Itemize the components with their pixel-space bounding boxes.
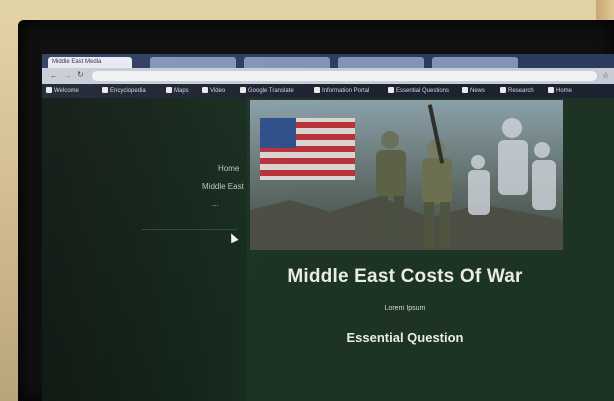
forward-icon[interactable]: →	[64, 71, 72, 80]
browser-tab-4[interactable]	[338, 57, 424, 68]
bookmark-item[interactable]: Encyclopedia	[102, 86, 146, 96]
browser-toolbar: ← → ↻ ☆	[42, 68, 614, 84]
bookmark-item[interactable]: Information Portal	[314, 86, 369, 96]
sidebar-link-home[interactable]: Home	[218, 164, 239, 173]
browser-tab-bar: Middle East Media	[42, 54, 614, 68]
hero-image	[250, 100, 563, 250]
photo-scene: Middle East Media ← → ↻ ☆ Welcome Encycl…	[0, 0, 614, 401]
star-icon[interactable]: ☆	[602, 71, 609, 80]
flag-icon	[260, 118, 355, 180]
bookmark-item[interactable]: Home	[548, 86, 572, 96]
bookmark-item[interactable]: Research	[500, 86, 534, 96]
bookmark-item[interactable]: Welcome	[46, 86, 79, 96]
bookmark-item[interactable]: Maps	[166, 86, 189, 96]
bookmark-item[interactable]: Video	[202, 86, 225, 96]
bookmarks-bar: Welcome Encyclopedia Maps Video Google T…	[42, 84, 614, 98]
bookmark-item[interactable]: News	[462, 86, 485, 96]
reload-icon[interactable]: ↻	[77, 70, 84, 79]
browser-tab-1[interactable]: Middle East Media	[48, 57, 132, 68]
sidebar-divider	[142, 229, 237, 230]
page-subtitle: Lorem Ipsum	[384, 305, 426, 312]
section-heading: Essential Question	[346, 330, 464, 345]
main-content: Middle East Costs Of War Lorem Ipsum Ess…	[247, 98, 614, 401]
monitor-screen: Middle East Media ← → ↻ ☆ Welcome Encycl…	[42, 54, 614, 401]
browser-tab-3[interactable]	[244, 57, 330, 68]
browser-tab-2[interactable]	[150, 57, 236, 68]
address-bar[interactable]	[92, 71, 597, 81]
soldiers-flag-illustration	[250, 104, 563, 250]
mouse-cursor-icon	[227, 231, 239, 244]
sidebar-link-middle-east[interactable]: Middle East	[202, 182, 244, 191]
bookmark-item[interactable]: Google Translate	[240, 86, 294, 96]
bookmark-item[interactable]: Essential Questions	[388, 86, 449, 96]
site-sidebar: Home Middle East ...	[42, 98, 247, 401]
back-icon[interactable]: ←	[50, 71, 58, 80]
browser-tab-5[interactable]	[432, 57, 518, 68]
web-page: Home Middle East ... Middle East Costs O…	[42, 98, 614, 401]
page-title: Middle East Costs Of War	[287, 266, 523, 287]
sidebar-link-more[interactable]: ...	[212, 199, 219, 208]
tab-label: Middle East Media	[52, 59, 102, 65]
